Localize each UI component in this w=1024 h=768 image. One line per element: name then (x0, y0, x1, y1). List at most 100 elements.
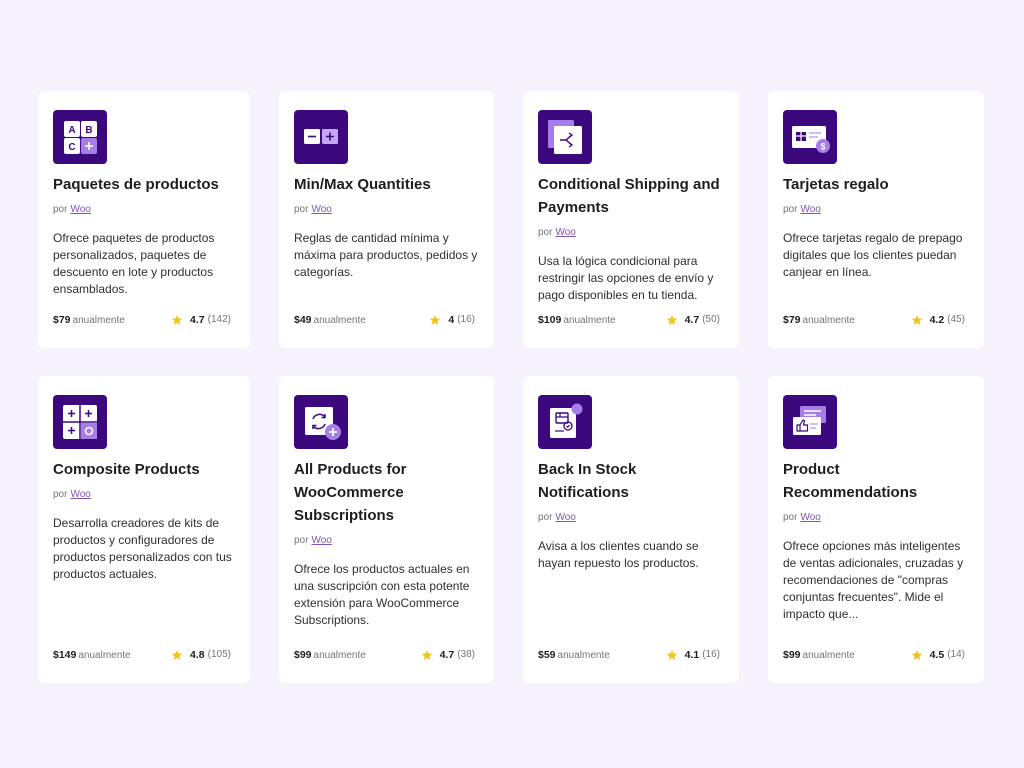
review-count: (14) (947, 649, 965, 660)
product-grid: A B C Paquetes de productos por Woo Ofrec… (0, 0, 1024, 768)
product-price: $79 anualmente (53, 313, 125, 328)
review-count: (142) (207, 314, 231, 325)
vendor-link[interactable]: Woo (800, 512, 820, 523)
price-period: anualmente (557, 649, 610, 661)
price-value: $79 (783, 313, 801, 326)
rating-score: 4 (448, 314, 455, 326)
product-price: $49 anualmente (294, 313, 366, 328)
product-price: $59 anualmente (538, 648, 610, 663)
price-value: $109 (538, 313, 562, 326)
product-price: $79 anualmente (783, 313, 855, 328)
vendor-prefix: por (53, 204, 68, 215)
product-description: Reglas de cantidad mínima y máxima para … (294, 231, 478, 279)
product-recommendations-icon (783, 395, 837, 449)
min-max-icon (294, 110, 348, 164)
product-rating: 4.5 (14) (911, 648, 965, 662)
star-icon (911, 650, 922, 660)
vendor-link[interactable]: Woo (800, 204, 820, 215)
product-rating: 4.2 (45) (911, 313, 965, 327)
price-value: $99 (294, 648, 312, 661)
product-rating: 4.7 (38) (421, 648, 475, 662)
star-icon (171, 650, 183, 660)
product-card[interactable]: Conditional Shipping and Payments por Woo… (523, 91, 739, 348)
product-description: Usa la lógica condicional para restringi… (538, 254, 714, 302)
review-count: (45) (947, 314, 965, 325)
rating-score: 4.7 (439, 649, 455, 661)
price-value: $59 (538, 648, 556, 661)
product-vendor: por Woo (538, 511, 724, 525)
vendor-link[interactable]: Woo (311, 204, 331, 215)
product-title[interactable]: Product Recommendations (783, 458, 969, 504)
price-value: $149 (53, 648, 77, 661)
product-description: Avisa a los clientes cuando se hayan rep… (538, 539, 699, 570)
product-card[interactable]: Back In Stock Notifications por Woo Avisa… (523, 376, 739, 683)
product-description: Desarrolla creadores de kits de producto… (53, 516, 232, 581)
product-description: Ofrece los productos actuales en una sus… (294, 562, 470, 627)
svg-text:C: C (68, 142, 75, 153)
product-footer: $59 anualmente 4.1 (16) (538, 648, 720, 662)
vendor-link[interactable]: Woo (70, 204, 90, 215)
review-count: (16) (702, 649, 720, 660)
star-icon (171, 315, 183, 325)
product-card[interactable]: All Products for WooCommerce Subscriptio… (279, 376, 494, 683)
price-period: anualmente (313, 314, 366, 326)
product-vendor: por Woo (783, 511, 969, 525)
product-description: Ofrece opciones más inteligentes de vent… (783, 539, 964, 621)
product-card[interactable]: A B C Paquetes de productos por Woo Ofrec… (38, 91, 250, 348)
rating-score: 4.2 (929, 314, 945, 326)
product-description: Ofrece paquetes de productos personaliza… (53, 231, 215, 296)
product-vendor: por Woo (294, 203, 479, 217)
product-title[interactable]: Tarjetas regalo (783, 173, 969, 196)
product-title[interactable]: Conditional Shipping and Payments (538, 173, 724, 219)
price-period: anualmente (563, 314, 616, 326)
back-in-stock-icon (538, 395, 592, 449)
rating-score: 4.7 (190, 314, 205, 326)
product-card[interactable]: $ Tarjetas regalo por Woo Ofrece tarjetas… (768, 91, 984, 348)
vendor-link[interactable]: Woo (70, 489, 90, 500)
product-rating: 4.1 (16) (666, 648, 720, 662)
price-value: $49 (294, 313, 312, 326)
vendor-link[interactable]: Woo (555, 227, 575, 238)
review-count: (16) (457, 314, 475, 325)
product-vendor: por Woo (53, 488, 235, 502)
subscriptions-icon (294, 395, 348, 449)
price-period: anualmente (802, 649, 855, 661)
product-footer: $99 anualmente 4.7 (38) (294, 648, 475, 662)
product-title[interactable]: Composite Products (53, 458, 235, 481)
star-icon (421, 650, 432, 660)
price-value: $79 (53, 313, 71, 326)
star-icon (666, 315, 677, 325)
product-price: $99 anualmente (783, 648, 855, 663)
price-period: anualmente (72, 314, 125, 326)
star-icon (430, 315, 441, 325)
product-card[interactable]: Min/Max Quantities por Woo Reglas de cant… (279, 91, 494, 348)
price-value: $99 (783, 648, 801, 661)
product-card[interactable]: Product Recommendations por Woo Ofrece op… (768, 376, 984, 683)
product-footer: $49 anualmente 4 (16) (294, 313, 475, 327)
vendor-prefix: por (538, 512, 553, 523)
product-title[interactable]: Paquetes de productos (53, 173, 235, 196)
vendor-prefix: por (538, 227, 553, 238)
product-title[interactable]: Back In Stock Notifications (538, 458, 724, 504)
product-title[interactable]: Min/Max Quantities (294, 173, 479, 196)
vendor-prefix: por (294, 204, 309, 215)
vendor-link[interactable]: Woo (311, 535, 331, 546)
review-count: (50) (702, 314, 720, 325)
review-count: (105) (207, 649, 231, 660)
product-footer: $79 anualmente 4.7 (142) (53, 313, 231, 327)
product-footer: $79 anualmente 4.2 (45) (783, 313, 965, 327)
product-price: $109 anualmente (538, 313, 616, 328)
product-card[interactable]: Composite Products por Woo Desarrolla cre… (38, 376, 250, 683)
rating-score: 4.1 (684, 649, 700, 661)
star-icon (666, 650, 677, 660)
product-title[interactable]: All Products for WooCommerce Subscriptio… (294, 458, 479, 527)
product-rating: 4.7 (142) (171, 313, 231, 327)
vendor-prefix: por (53, 489, 68, 500)
product-footer: $149 anualmente 4.8 (105) (53, 648, 231, 662)
abc-bundle-icon: A B C (53, 110, 107, 164)
product-footer: $109 anualmente 4.7 (50) (538, 313, 720, 327)
svg-text:A: A (68, 125, 75, 136)
vendor-link[interactable]: Woo (555, 512, 575, 523)
product-rating: 4.7 (50) (666, 313, 720, 327)
product-vendor: por Woo (783, 203, 969, 217)
